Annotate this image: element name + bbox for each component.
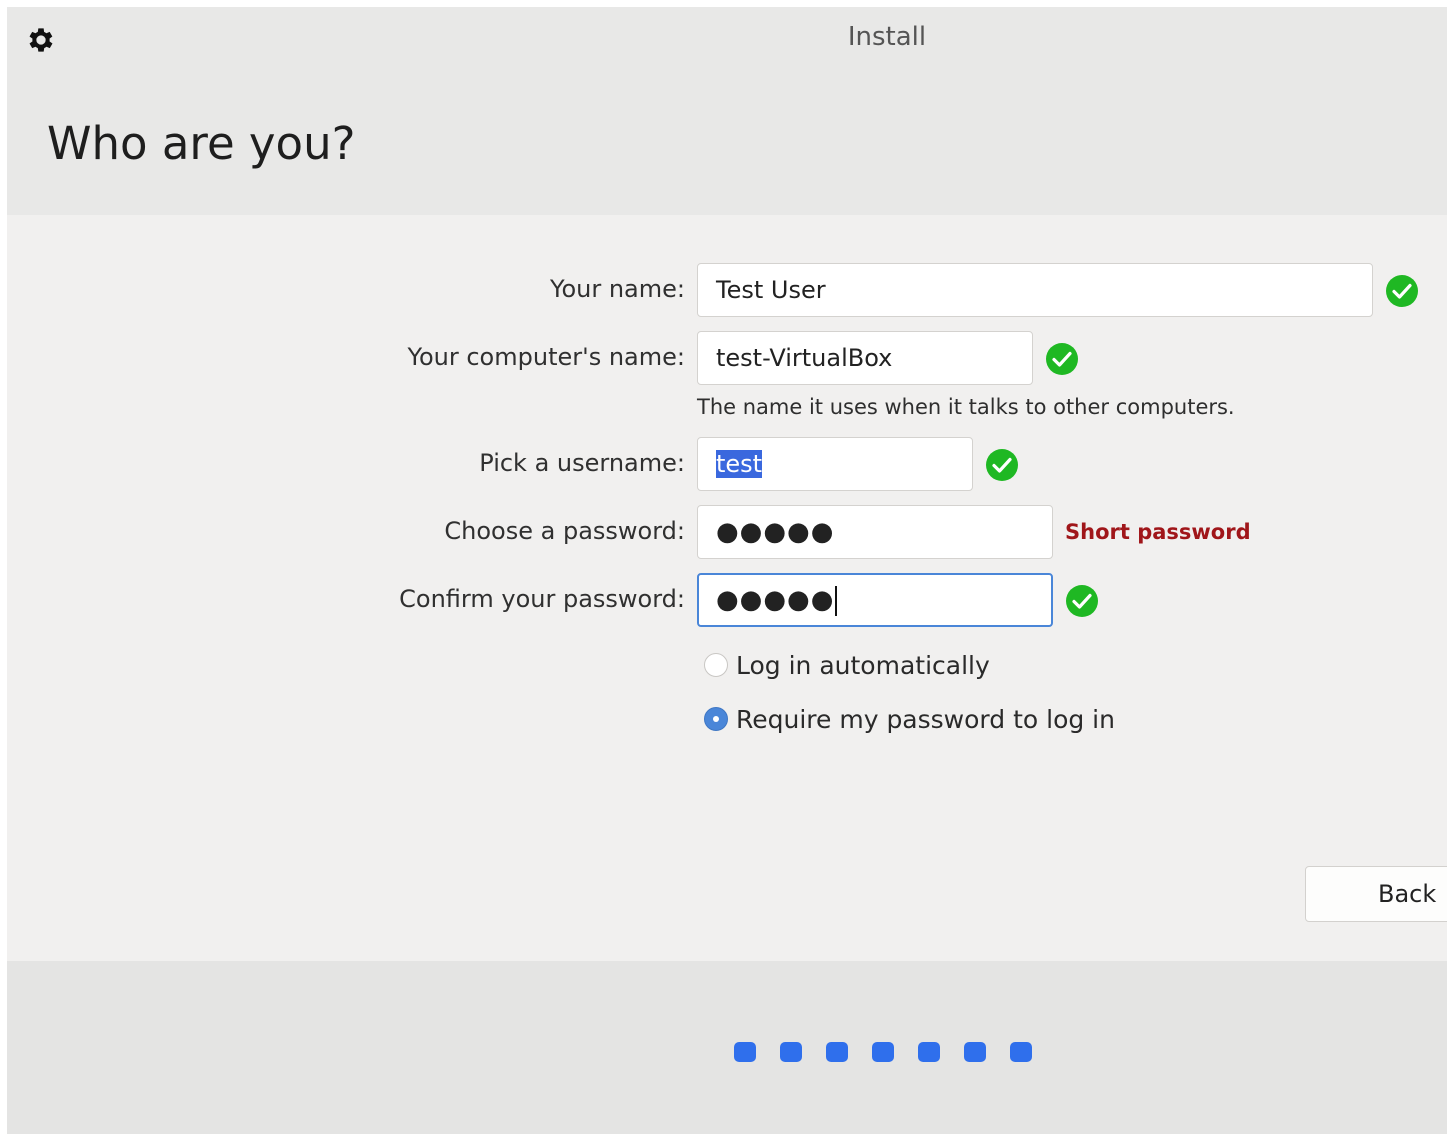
installer-window: Install Who are you? Your name: Test Use…	[7, 7, 1447, 1134]
login-require-password-label: Require my password to log in	[736, 704, 1115, 734]
text-caret	[835, 586, 838, 616]
login-auto-option[interactable]: Log in automatically	[704, 650, 990, 680]
your-name-input[interactable]: Test User	[697, 263, 1373, 317]
radio-button[interactable]	[704, 707, 728, 731]
your-name-label: Your name:	[549, 275, 685, 303]
progress-dot	[780, 1042, 802, 1062]
computer-name-label: Your computer's name:	[407, 343, 686, 371]
confirm-password-label: Confirm your password:	[399, 585, 685, 613]
back-button[interactable]: Back	[1305, 866, 1447, 922]
check-icon	[986, 449, 1018, 481]
progress-dot	[918, 1042, 940, 1062]
progress-indicator	[734, 1042, 1056, 1062]
progress-dot	[964, 1042, 986, 1062]
login-require-password-option[interactable]: Require my password to log in	[704, 704, 1115, 734]
title-bar: Install	[7, 7, 1447, 73]
check-icon	[1066, 585, 1098, 617]
computer-name-hint: The name it uses when it talks to other …	[697, 395, 1235, 419]
password-warning: Short password	[1065, 520, 1251, 544]
footer	[7, 961, 1447, 1134]
password-value: ●●●●●	[716, 517, 835, 547]
page-header: Who are you?	[7, 73, 1447, 215]
radio-button[interactable]	[704, 653, 728, 677]
username-label: Pick a username:	[479, 449, 685, 477]
password-label: Choose a password:	[444, 517, 685, 545]
computer-name-value: test-VirtualBox	[716, 344, 893, 372]
check-icon	[1046, 343, 1078, 375]
username-input[interactable]: test	[697, 437, 973, 491]
progress-dot	[872, 1042, 894, 1062]
progress-dot	[734, 1042, 756, 1062]
progress-dot	[826, 1042, 848, 1062]
progress-dot	[1010, 1042, 1032, 1062]
login-auto-label: Log in automatically	[736, 650, 990, 680]
user-form: Your name: Test User Your computer's nam…	[7, 215, 1447, 961]
username-value: test	[716, 450, 763, 478]
page-title: Who are you?	[47, 117, 356, 170]
check-icon	[1386, 275, 1418, 307]
confirm-password-input[interactable]: ●●●●●	[697, 573, 1053, 627]
window-title: Install	[847, 22, 927, 52]
your-name-value: Test User	[716, 276, 826, 304]
confirm-password-value: ●●●●●	[716, 585, 835, 615]
password-input[interactable]: ●●●●●	[697, 505, 1053, 559]
computer-name-input[interactable]: test-VirtualBox	[697, 331, 1033, 385]
